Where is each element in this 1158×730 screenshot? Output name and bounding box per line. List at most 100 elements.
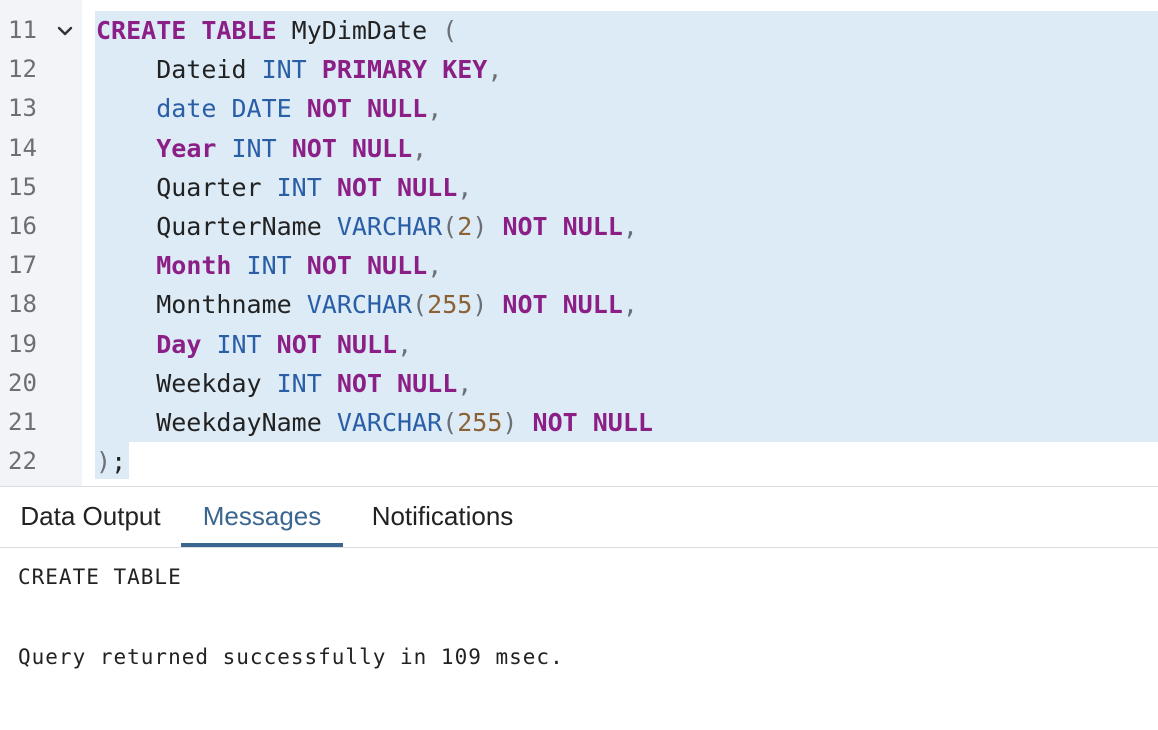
code-line[interactable]: 21 WeekdayName VARCHAR(255) NOT NULL: [0, 403, 1158, 442]
code-token: ,: [457, 368, 473, 398]
code-token: NOT NULL: [336, 368, 458, 398]
code-token: Quarter: [96, 172, 277, 202]
code-token: Year: [156, 133, 217, 163]
code-token: ;: [111, 447, 127, 477]
code-token: NOT NULL: [276, 329, 398, 359]
line-number: 17: [8, 251, 37, 280]
line-number: 22: [8, 447, 37, 476]
code-token: INT: [276, 368, 322, 398]
code-token: ,: [622, 212, 638, 241]
code-token: NOT NULL: [336, 172, 458, 202]
code-token: ,: [427, 251, 443, 281]
code-token: CREATE TABLE: [96, 16, 277, 45]
line-number: 16: [8, 212, 37, 240]
code-token: Monthname: [96, 290, 307, 320]
code-token: INT: [231, 133, 277, 163]
code-token: DATE: [231, 94, 292, 124]
code-line[interactable]: 13 date DATE NOT NULL,: [0, 89, 1158, 128]
code-token: 2: [457, 212, 473, 241]
code-token: NOT NULL: [291, 133, 413, 163]
code-token: INT: [261, 55, 307, 85]
line-number: 12: [8, 55, 37, 84]
code-line[interactable]: 16 QuarterName VARCHAR(2) NOT NULL,: [0, 207, 1158, 246]
code-text[interactable]: CREATE TABLE MyDimDate (: [96, 11, 457, 50]
tab-notifications[interactable]: Notifications: [343, 487, 542, 545]
code-token: QuarterName: [96, 212, 337, 241]
code-token: ,: [397, 329, 413, 359]
code-line[interactable]: 15 Quarter INT NOT NULL,: [0, 168, 1158, 207]
code-token: ,: [487, 55, 503, 85]
code-text[interactable]: Day INT NOT NULL,: [96, 325, 412, 364]
code-line[interactable]: 19 Day INT NOT NULL,: [0, 325, 1158, 364]
code-text[interactable]: WeekdayName VARCHAR(255) NOT NULL: [96, 403, 653, 442]
code-token: ): [502, 408, 518, 437]
code-text[interactable]: Month INT NOT NULL,: [96, 246, 442, 285]
code-text[interactable]: );: [96, 442, 126, 481]
code-token: ,: [412, 133, 428, 163]
code-token: NOT NULL: [306, 251, 428, 281]
code-text[interactable]: Year INT NOT NULL,: [96, 129, 427, 168]
message-result: CREATE TABLE: [18, 565, 182, 589]
code-text[interactable]: QuarterName VARCHAR(2) NOT NULL,: [96, 207, 638, 246]
line-number: 21: [8, 408, 37, 436]
code-token: ): [96, 447, 112, 477]
code-token: (: [412, 290, 428, 320]
messages-panel: CREATE TABLE Query returned successfully…: [0, 548, 1158, 730]
chevron-down-icon[interactable]: [54, 11, 76, 50]
code-token: VARCHAR: [306, 290, 413, 320]
code-token: VARCHAR: [336, 212, 443, 241]
code-text[interactable]: Weekday INT NOT NULL,: [96, 364, 472, 403]
code-token: ,: [427, 94, 443, 124]
code-text[interactable]: Dateid INT PRIMARY KEY,: [96, 50, 502, 89]
code-line[interactable]: 20 Weekday INT NOT NULL,: [0, 364, 1158, 403]
code-token: NOT NULL: [502, 212, 623, 241]
code-line[interactable]: 18 Monthname VARCHAR(255) NOT NULL,: [0, 285, 1158, 324]
code-line[interactable]: 11 CREATE TABLE MyDimDate (: [0, 11, 1158, 50]
output-tabs: Data Output Messages Notifications: [0, 487, 1158, 547]
code-line[interactable]: 14 Year INT NOT NULL,: [0, 129, 1158, 168]
code-token: (: [442, 212, 458, 241]
line-number: 13: [8, 94, 37, 123]
code-token: INT: [246, 251, 292, 281]
code-token: 255: [427, 290, 473, 320]
sql-editor[interactable]: 11 CREATE TABLE MyDimDate (12 Dateid INT …: [0, 0, 1158, 486]
code-token: MyDimDate: [276, 16, 443, 45]
code-token: INT: [276, 172, 322, 202]
line-number: 11: [8, 16, 37, 44]
code-token: NOT NULL: [532, 408, 653, 437]
code-line[interactable]: 17 Month INT NOT NULL,: [0, 246, 1158, 285]
code-token: INT: [216, 329, 262, 359]
code-token: NOT NULL: [306, 94, 428, 124]
code-token: PRIMARY KEY: [321, 55, 488, 85]
code-token: Dateid: [96, 55, 262, 85]
code-line[interactable]: 22);: [0, 442, 1158, 481]
code-text[interactable]: Monthname VARCHAR(255) NOT NULL,: [96, 285, 638, 324]
line-number: 15: [8, 172, 37, 201]
code-text[interactable]: Quarter INT NOT NULL,: [96, 168, 472, 207]
line-number: 20: [8, 368, 37, 397]
tab-data-output[interactable]: Data Output: [0, 487, 181, 545]
message-status: Query returned successfully in 109 msec.: [18, 645, 564, 669]
code-text[interactable]: date DATE NOT NULL,: [96, 89, 442, 128]
tab-messages[interactable]: Messages: [181, 487, 343, 545]
code-token: ,: [622, 290, 638, 320]
code-token: ,: [457, 172, 473, 202]
code-token: Weekday: [96, 368, 277, 398]
code-token: 255: [457, 408, 503, 437]
code-line[interactable]: 12 Dateid INT PRIMARY KEY,: [0, 50, 1158, 89]
code-token: Day: [156, 329, 202, 359]
code-token: VARCHAR: [336, 408, 443, 437]
line-number: 14: [8, 133, 37, 162]
